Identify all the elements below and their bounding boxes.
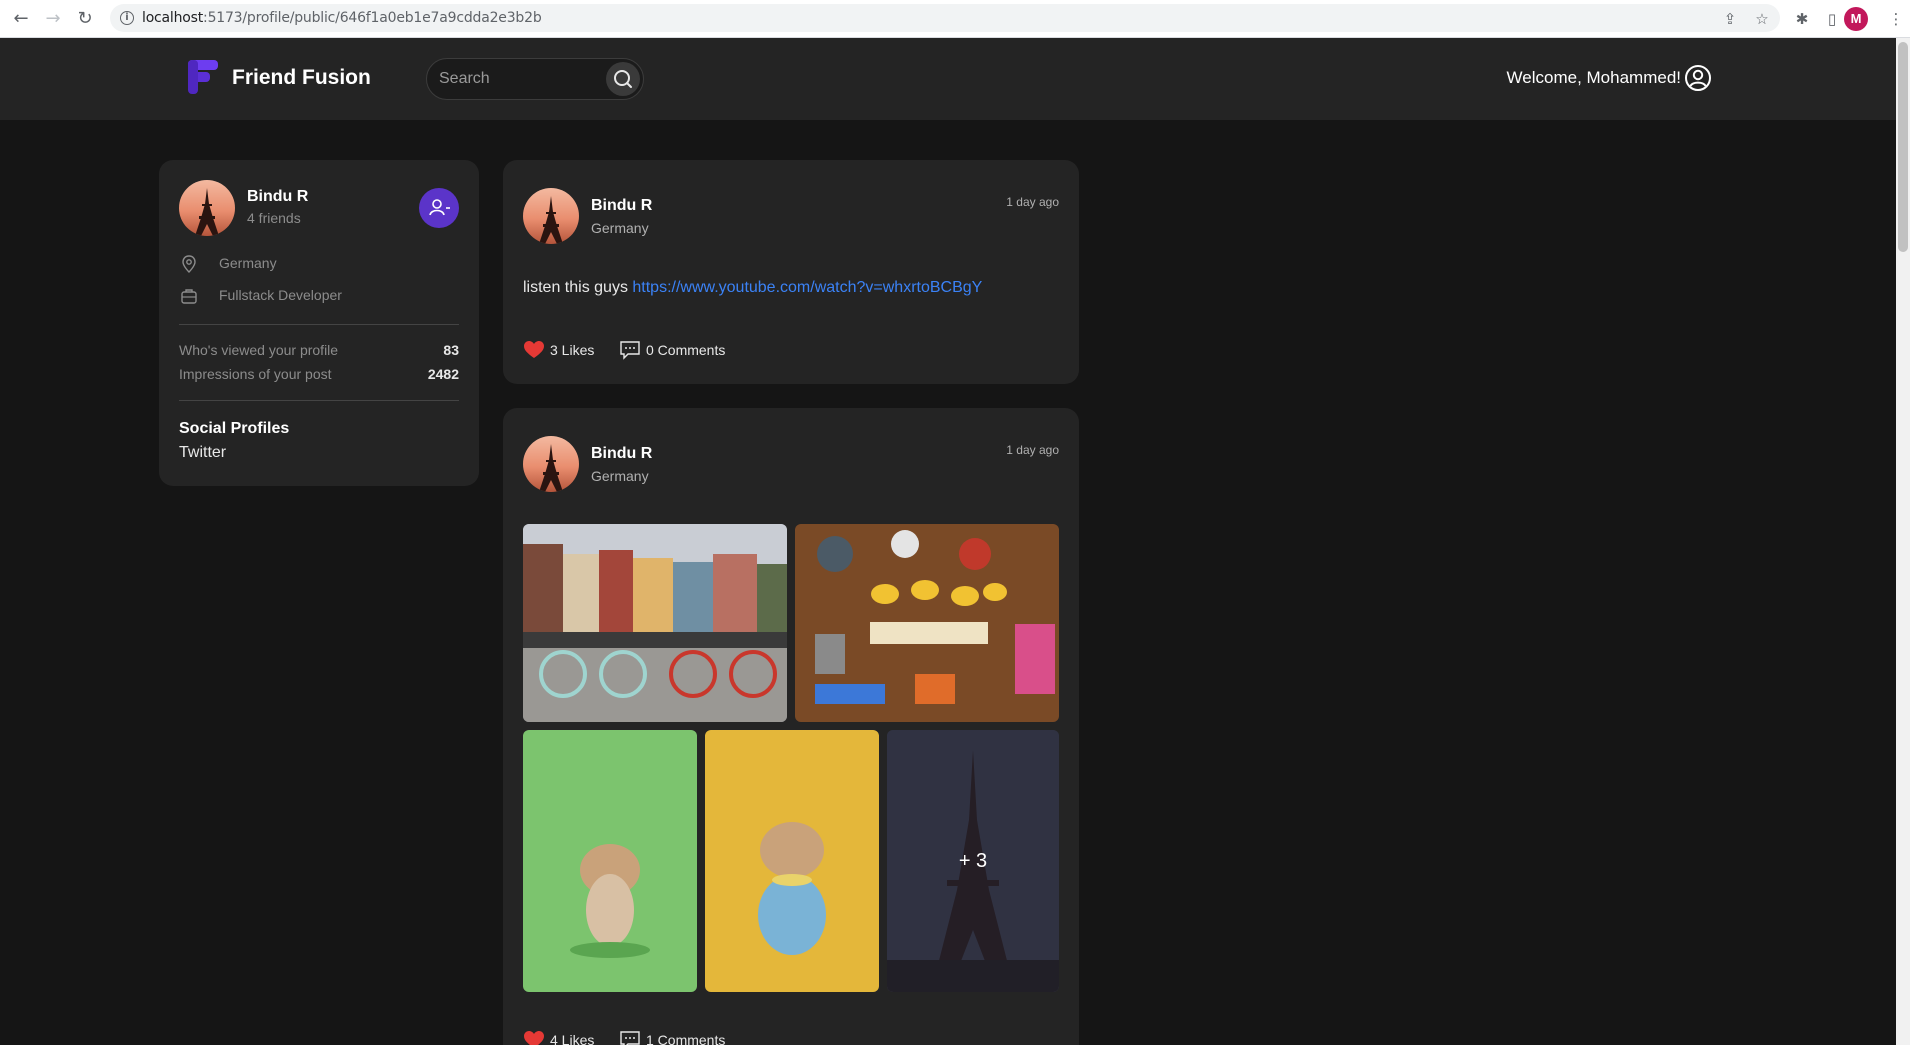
post-image-dog-yellow[interactable] [705,730,879,992]
user-account-icon[interactable] [1684,64,1712,92]
eiffel-tower-icon [539,196,563,244]
post-link[interactable]: https://www.youtube.com/watch?v=whxrtoBC… [632,279,982,296]
post-card: Bindu R Germany 1 day ago + 3 4 Likes 1 … [503,408,1079,1045]
post-author-location: Germany [591,220,649,236]
comment-icon [620,341,640,360]
app-header: Friend Fusion Welcome, Mohammed! [0,38,1896,120]
social-profiles-heading: Social Profiles [179,420,290,437]
post-timestamp: 1 day ago [1006,195,1059,209]
search-icon [614,70,632,88]
post-author-location: Germany [591,468,649,484]
search-button[interactable] [606,62,640,96]
divider [179,400,459,401]
divider [179,324,459,325]
post-image-street-bicycles[interactable] [523,524,787,722]
friend-fusion-logo-icon[interactable] [184,58,224,98]
bookmark-star-icon[interactable]: ☆ [1752,9,1772,29]
heart-icon [524,341,544,358]
profile-avatar[interactable] [179,180,235,236]
browser-menu-icon[interactable]: ⋮ [1886,9,1906,29]
post-text: listen this guys https://www.youtube.com… [523,279,982,297]
scrollbar-thumb[interactable] [1898,42,1908,252]
welcome-text: Welcome, Mohammed! [1506,68,1681,87]
forward-arrow-icon[interactable]: → [42,8,64,30]
add-friend-button[interactable] [419,188,459,228]
post-timestamp: 1 day ago [1006,443,1059,457]
profile-card: Bindu R 4 friends Germany Fullstack Deve… [159,160,479,486]
site-info-icon[interactable]: i [120,11,134,25]
profile-name[interactable]: Bindu R [247,188,308,206]
dog-green-image [523,730,697,992]
address-bar[interactable]: i localhost:5173/profile/public/646f1a0e… [110,4,1780,32]
reload-icon[interactable]: ↻ [74,8,96,30]
dog-yellow-image [705,730,879,992]
profile-views-label: Who's viewed your profile [179,342,339,358]
toys-friends-image [795,524,1059,722]
url-host: localhost [142,10,204,26]
brand-name[interactable]: Friend Fusion [232,66,371,90]
post-image-eiffel-more[interactable]: + 3 [887,730,1059,992]
post-image-toys-friends[interactable] [795,524,1059,722]
comment-count: 0 Comments [646,342,726,358]
post-author-avatar[interactable] [523,188,579,244]
like-count: 4 Likes [550,1032,595,1045]
search-input[interactable] [439,69,589,89]
profile-views-value: 83 [443,342,459,358]
friend-count: 4 friends [247,210,301,226]
side-panel-icon[interactable]: ▯ [1822,9,1842,29]
url-path: :5173/profile/public/646f1a0eb1e7a9cdda2… [203,10,542,26]
post-author-name[interactable]: Bindu R [591,445,652,463]
browser-profile-avatar[interactable]: M [1844,7,1868,31]
share-icon[interactable]: ⇪ [1720,9,1740,29]
post-card: Bindu R Germany 1 day ago listen this gu… [503,160,1079,384]
post-author-avatar[interactable] [523,436,579,492]
extensions-icon[interactable]: ✱ [1792,9,1812,29]
more-images-overlay[interactable]: + 3 [887,730,1059,992]
comment-count: 1 Comments [646,1032,726,1045]
impressions-value: 2482 [427,366,459,382]
browser-toolbar: ← → ↻ i localhost:5173/profile/public/64… [0,0,1910,38]
eiffel-tower-icon [195,188,219,236]
like-count: 3 Likes [550,342,595,358]
post-author-name[interactable]: Bindu R [591,197,652,215]
profile-occupation: Fullstack Developer [219,287,342,303]
profile-location: Germany [219,255,277,271]
add-user-icon [429,199,450,216]
search-box [426,58,644,100]
location-pin-icon [182,255,196,273]
address-url[interactable]: localhost:5173/profile/public/646f1a0eb1… [142,10,542,26]
impressions-label: Impressions of your post [179,366,332,382]
comment-icon [620,1031,640,1045]
briefcase-icon [181,289,197,304]
social-link-twitter[interactable]: Twitter [179,444,226,462]
heart-icon [524,1031,544,1045]
back-arrow-icon[interactable]: ← [10,8,32,30]
post-body: listen this guys [523,279,633,296]
post-image-dog-green[interactable] [523,730,697,992]
street-bicycles-image [523,524,787,722]
eiffel-tower-icon [539,444,563,492]
